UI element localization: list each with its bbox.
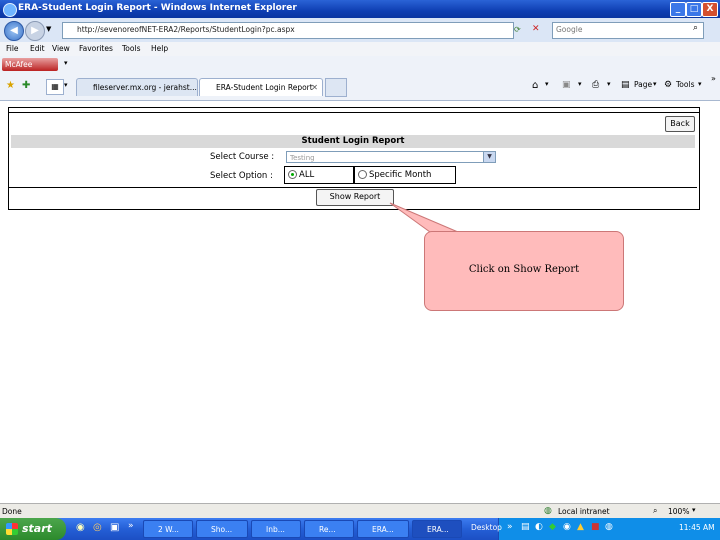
taskbar-item-2[interactable]: Sho... [196,520,248,538]
instruction-callout: Click on Show Report [424,231,624,311]
home-icon[interactable]: ⌂ [532,80,538,91]
chevron-down-icon[interactable]: ▼ [483,152,495,162]
page-menu-button[interactable]: Page [634,80,652,89]
search-input[interactable]: Google [552,22,704,39]
course-value: Testing [290,154,315,162]
quick-tabs-icon[interactable]: ▦ [46,79,64,95]
mcafee-dropdown-icon[interactable]: ▾ [64,59,68,67]
address-toolbar: ◀ ▶ ▼ http://sevenoreofNET-ERA2/Reports/… [0,18,720,42]
tab-toolbar: McAfee ▾ ★ ✚ ▦ ▾ fileserver.mx.org - jer… [0,56,720,101]
globe-icon: ◍ [544,506,552,516]
tray-network-icon[interactable]: ▤ [521,522,530,532]
security-zone[interactable]: Local intranet [558,507,610,516]
windows-flag-icon [6,523,18,535]
taskbar-item-3[interactable]: Inb... [251,520,301,538]
tray-shield-icon[interactable]: ◆ [549,522,556,532]
favorites-star-icon[interactable]: ★ [6,80,15,91]
course-select[interactable]: Testing ▼ [286,151,496,163]
tray-volume-icon[interactable]: ◐ [535,522,543,532]
new-tab-button[interactable] [325,78,347,97]
tools-menu-button[interactable]: Tools [676,80,694,89]
status-bar: Done ◍ Local intranet ⌕ 100% ▾ [0,503,720,519]
history-dropdown-icon[interactable]: ▼ [46,25,51,33]
taskbar-item-4[interactable]: Re... [304,520,354,538]
tab-list-dropdown-icon[interactable]: ▾ [64,81,68,89]
zoom-level[interactable]: 100% [668,507,689,516]
menu-help[interactable]: Help [151,44,168,53]
option-all-label: ALL [299,170,315,180]
system-tray: Desktop » ▤ ◐ ◆ ◉ ▲ ■ ◍ 11:45 AM [471,518,720,540]
radio-unselected-icon[interactable] [358,170,367,179]
tray-alert-icon[interactable]: ▲ [577,522,584,532]
tray-expand-icon[interactable]: » [507,522,513,532]
home-dropdown-icon[interactable]: ▾ [545,80,549,88]
tab-close-icon[interactable]: ✕ [311,79,318,96]
minimize-button[interactable]: _ [670,2,686,17]
report-title: Student Login Report [11,135,695,148]
stop-icon[interactable]: ✕ [532,24,540,34]
menu-tools[interactable]: Tools [122,44,140,53]
tools-dropdown-icon[interactable]: ▾ [698,80,702,88]
tools-gear-icon[interactable]: ⚙ [664,80,672,90]
print-icon[interactable]: ⎙ [592,80,599,90]
close-button[interactable]: X [702,2,718,17]
window-title-bar[interactable]: ERA-Student Login Report - Windows Inter… [0,0,720,18]
select-course-label: Select Course : [210,152,275,162]
start-label: start [22,522,52,535]
page-icon[interactable]: ▤ [621,80,630,90]
forward-arrow-icon[interactable]: ▶ [25,21,45,41]
menu-favorites[interactable]: Favorites [79,44,113,53]
tab-fileserver-label: fileserver.mx.org - jerahst... [93,83,197,92]
quick-launch-ie-icon[interactable]: ◉ [76,522,85,533]
window-title: ERA-Student Login Report - Windows Inter… [18,3,297,13]
tray-mcafee-icon[interactable]: ■ [591,522,600,532]
status-text: Done [2,507,22,516]
protected-mode-icon[interactable]: ⌕ [653,506,657,516]
address-field[interactable]: http://sevenoreofNET-ERA2/Reports/Studen… [62,22,514,39]
taskbar-item-1[interactable]: 2 W... [143,520,193,538]
menu-file[interactable]: File [6,44,19,53]
feeds-icon[interactable]: ▣ [562,80,571,90]
page-dropdown-icon[interactable]: ▾ [653,80,657,88]
print-dropdown-icon[interactable]: ▾ [607,80,611,88]
desktop-toolbar-label[interactable]: Desktop [471,523,502,532]
tab-era-report[interactable]: ERA-Student Login Report ✕ [199,78,323,96]
quick-launch-outlook-icon[interactable]: ◎ [93,522,102,533]
taskbar-item-5[interactable]: ERA... [357,520,409,538]
back-arrow-icon[interactable]: ◀ [4,21,24,41]
tray-misc-icon[interactable]: ◍ [605,522,613,532]
taskbar: start ◉ ◎ ▣ » 2 W... Sho... Inb... Re...… [0,518,720,540]
back-button[interactable]: Back [665,116,695,132]
tray-app-icon[interactable]: ◉ [563,522,571,532]
quick-launch-office-icon[interactable]: ▣ [110,522,119,533]
zoom-dropdown-icon[interactable]: ▾ [692,506,696,514]
callout-text: Click on Show Report [468,264,580,275]
search-placeholder: Google [556,25,583,34]
search-icon[interactable]: ⌕ [693,23,698,33]
clock[interactable]: 11:45 AM [679,523,715,532]
start-button[interactable]: start [0,518,66,540]
option-all-radio[interactable]: ALL [284,166,354,184]
menu-view[interactable]: View [52,44,70,53]
add-favorite-icon[interactable]: ✚ [22,80,30,91]
page-content: Back Student Login Report Select Course … [0,101,720,503]
taskbar-item-6[interactable]: ERA... [412,520,462,538]
quick-launch-more-icon[interactable]: » [128,521,134,531]
menu-bar: File Edit View Favorites Tools Help [0,42,720,56]
radio-selected-icon[interactable] [288,170,297,179]
tab-fileserver[interactable]: fileserver.mx.org - jerahst... [76,78,198,96]
tab-era-report-label: ERA-Student Login Report [216,83,313,92]
menu-edit[interactable]: Edit [30,44,45,53]
feeds-dropdown-icon[interactable]: ▾ [578,80,582,88]
url-text: http://sevenoreofNET-ERA2/Reports/Studen… [77,25,295,34]
chevron-more-icon[interactable]: » [711,74,716,83]
maximize-button[interactable]: □ [686,2,702,17]
mcafee-button[interactable]: McAfee [2,58,58,71]
select-option-label: Select Option : [210,171,273,181]
refresh-icon[interactable]: ⟳ [514,25,521,34]
option-specific-label: Specific Month [369,170,432,180]
option-specific-month-radio[interactable]: Specific Month [354,166,456,184]
ie-logo-icon [3,3,17,17]
